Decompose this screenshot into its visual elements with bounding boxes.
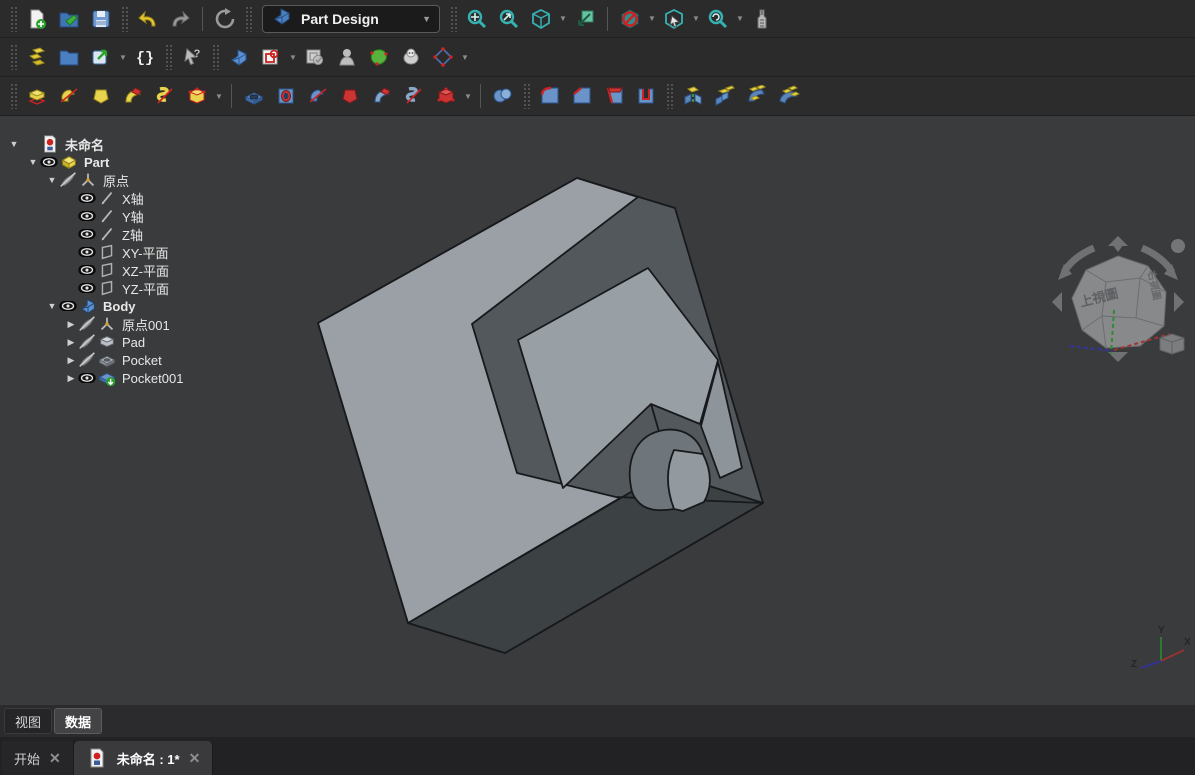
navcube-arrow-up2[interactable] xyxy=(1108,236,1128,246)
tree-item-原点[interactable]: ▼原点 xyxy=(0,171,280,189)
visibility-hidden-eye-icon[interactable] xyxy=(58,169,78,191)
visibility-visible-eye-icon[interactable] xyxy=(58,295,78,317)
navcube-arrow-left[interactable] xyxy=(1052,292,1062,312)
tree-item-XZ-平面[interactable]: XZ-平面 xyxy=(0,261,280,279)
tree-item-label[interactable]: Pad xyxy=(117,335,150,350)
panel-tab-数据[interactable]: 数据 xyxy=(54,708,102,734)
tree-expand-down-icon[interactable]: ▼ xyxy=(8,139,20,149)
document-tab-未命名 : 1*[interactable]: 未命名 : 1*✕ xyxy=(74,741,214,775)
model-tree: ▼未命名▼Part▼原点X轴Y轴Z轴XY-平面XZ-平面YZ-平面▼Body▶原… xyxy=(0,135,280,387)
tree-collapse-right-icon[interactable]: ▶ xyxy=(65,355,77,366)
tree-item-Pocket001[interactable]: ▶ Pocket001 xyxy=(0,369,280,387)
tree-item-X轴[interactable]: X轴 xyxy=(0,189,280,207)
tree-item-label[interactable]: Pocket xyxy=(117,353,167,368)
axis-label-x: X xyxy=(1184,637,1190,648)
document-tab-label: 未命名 : 1* xyxy=(117,749,180,768)
close-icon[interactable]: ✕ xyxy=(189,750,201,767)
tree-item-Z轴[interactable]: Z轴 xyxy=(0,225,280,243)
tree-item-label[interactable]: Body xyxy=(98,299,141,314)
tree-collapse-right-icon[interactable]: ▶ xyxy=(65,337,77,348)
tree-item-label[interactable]: Y轴 xyxy=(117,207,149,226)
tree-item-label[interactable]: XZ-平面 xyxy=(117,261,174,280)
navcube-body[interactable]: 上視圖 右視圖 xyxy=(1072,256,1166,348)
tree-item-Body[interactable]: ▼ Body xyxy=(0,297,280,315)
tree-expand-down-icon[interactable]: ▼ xyxy=(27,157,39,167)
panel-tab-视图[interactable]: 视图 xyxy=(4,708,52,734)
tree-expand-down-icon[interactable]: ▼ xyxy=(46,301,58,311)
visibility-visible-eye-icon[interactable] xyxy=(39,151,59,173)
navcube-mini-cube[interactable] xyxy=(1160,334,1184,354)
tree-item-Pad[interactable]: ▶ Pad xyxy=(0,333,280,351)
tree-collapse-right-icon[interactable]: ▶ xyxy=(65,319,77,330)
tree-item-YZ-平面[interactable]: YZ-平面 xyxy=(0,279,280,297)
model-3d-part[interactable] xyxy=(0,0,1195,775)
document-tab-开始[interactable]: 开始 ✕ xyxy=(2,741,74,775)
tree-item-Y轴[interactable]: Y轴 xyxy=(0,207,280,225)
tree-item-label[interactable]: Z轴 xyxy=(117,225,148,244)
tree-item-Pocket[interactable]: ▶ Pocket xyxy=(0,351,280,369)
navcube-orbit-dot[interactable] xyxy=(1171,239,1185,253)
tree-item-label[interactable]: XY-平面 xyxy=(117,243,173,262)
tree-expand-down-icon[interactable]: ▼ xyxy=(46,175,58,185)
axis-label-y: Y xyxy=(1158,625,1165,636)
mdi-tab-bar: 开始 ✕ 未命名 : 1* ✕ xyxy=(0,737,1195,775)
plane-icon xyxy=(97,277,117,299)
tree-item-原点001[interactable]: ▶ 原点001 xyxy=(0,315,280,333)
freecad-window: Part Design ▼▼▼▼▼ ▼{}?▼▼ ▼▼ ▼未命名▼Part▼原点… xyxy=(0,0,1195,775)
tree-item-label[interactable]: Pocket001 xyxy=(117,371,188,386)
axis-label-z: Z xyxy=(1131,659,1137,670)
tree-item-label[interactable]: Part xyxy=(79,155,114,170)
navigation-cube[interactable]: 上視圖 右視圖 xyxy=(1050,234,1190,374)
visibility-visible-eye-icon[interactable] xyxy=(77,367,97,389)
tree-item-label[interactable]: 原点001 xyxy=(117,315,175,334)
tree-item-XY-平面[interactable]: XY-平面 xyxy=(0,243,280,261)
tree-item-label[interactable]: X轴 xyxy=(117,189,149,208)
axis-indicator: Y X Z xyxy=(1128,623,1190,675)
model-cylinder-flat-face[interactable] xyxy=(668,450,710,511)
tree-item-Part[interactable]: ▼ Part xyxy=(0,153,280,171)
3d-viewport[interactable]: ▼未命名▼Part▼原点X轴Y轴Z轴XY-平面XZ-平面YZ-平面▼Body▶原… xyxy=(0,116,1195,737)
tree-collapse-right-icon[interactable]: ▶ xyxy=(65,373,77,384)
navcube-arrow-right[interactable] xyxy=(1174,292,1184,312)
freecad-doc-icon xyxy=(86,747,108,769)
close-icon[interactable]: ✕ xyxy=(49,750,61,767)
tree-item-label[interactable]: YZ-平面 xyxy=(117,279,174,298)
pocket-tip-feature-icon xyxy=(97,367,117,389)
property-panel-tabs: 视图数据 xyxy=(0,705,1195,737)
document-tab-label: 开始 xyxy=(14,749,40,768)
